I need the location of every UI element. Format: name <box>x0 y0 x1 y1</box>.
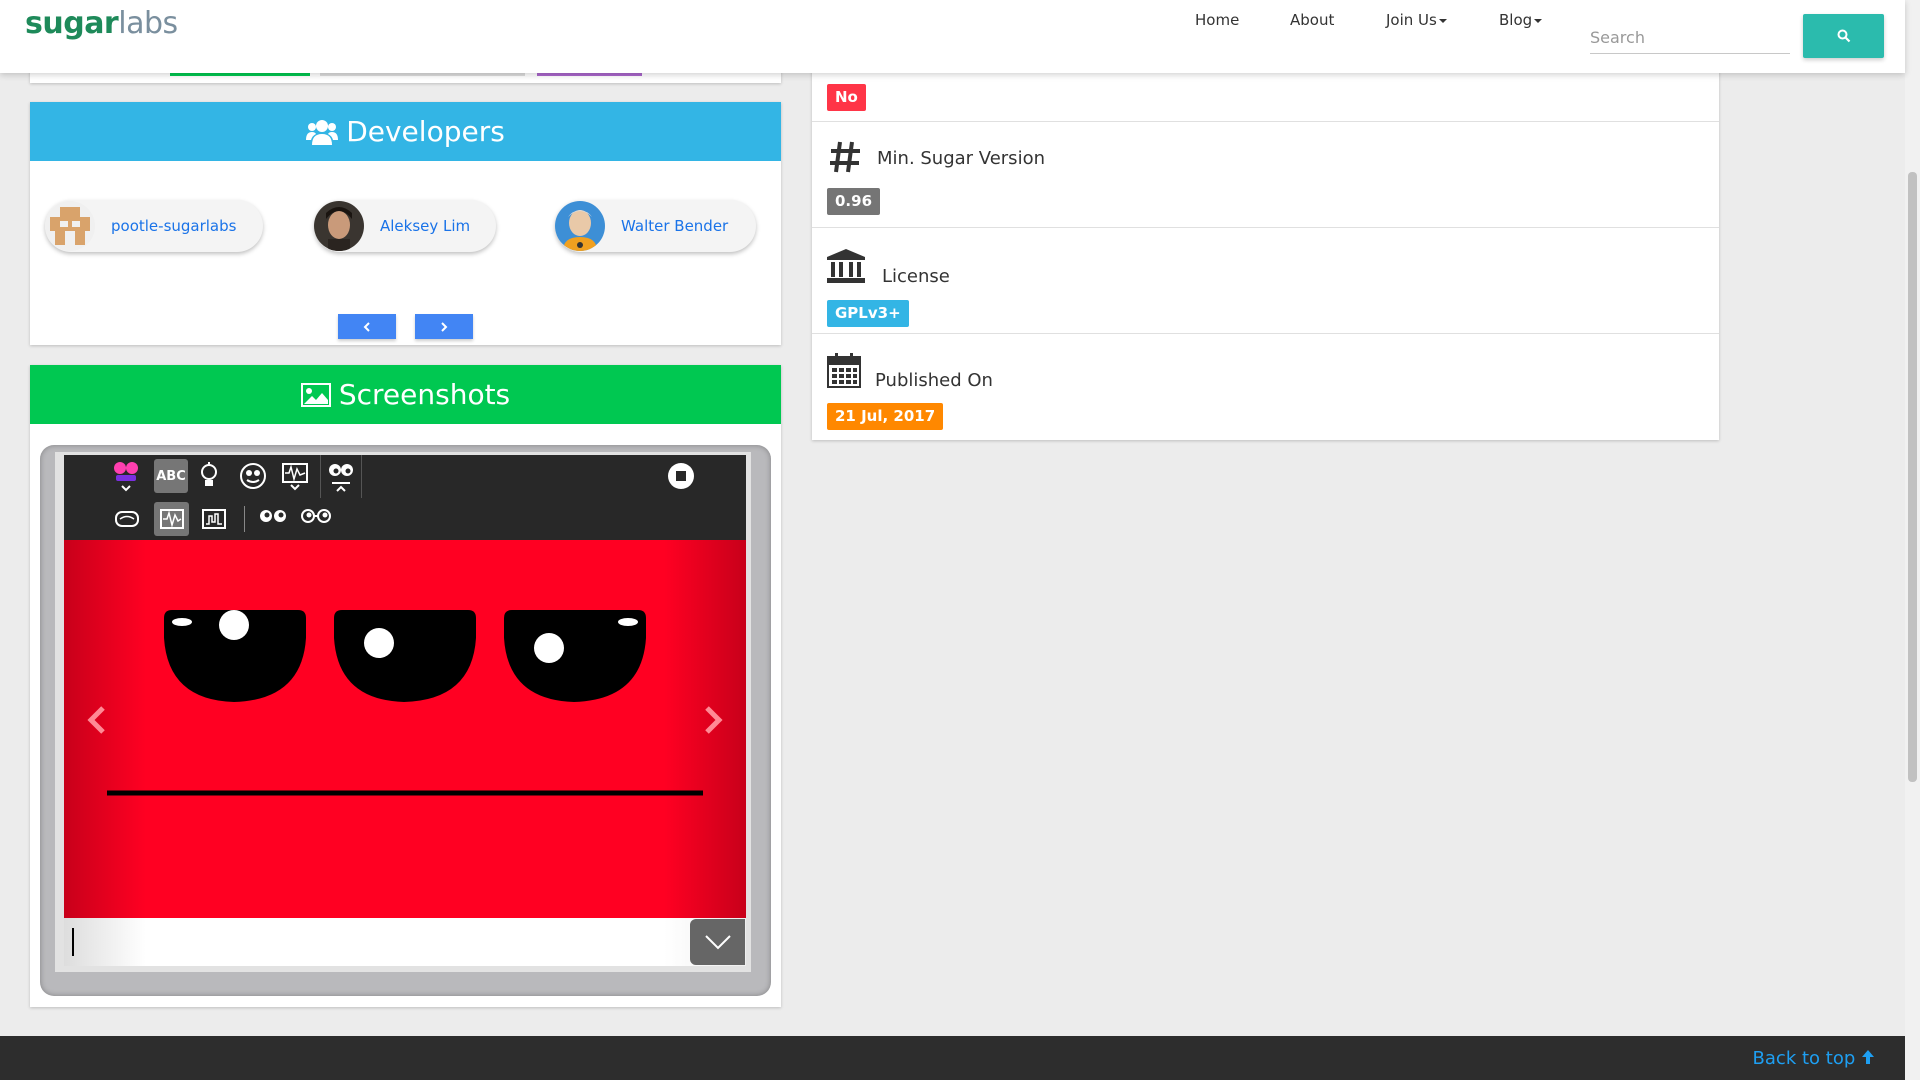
navbar: sugarlabs Home About Join Us Blog <box>0 0 1905 73</box>
developers-next-button[interactable] <box>415 314 473 339</box>
caret-down-icon <box>1438 18 1447 23</box>
avatar <box>314 201 364 251</box>
footer: Back to top <box>0 1036 1905 1080</box>
search-icon <box>1837 29 1850 43</box>
developer-name: pootle-sugarlabs <box>111 217 237 235</box>
calendar-icon <box>827 353 861 388</box>
developer-chip[interactable]: Aleksey Lim <box>314 200 496 252</box>
back-to-top-link[interactable]: Back to top <box>1753 1048 1875 1069</box>
speech-face-icon <box>236 459 270 493</box>
carousel-next-arrow[interactable] <box>702 705 724 739</box>
carousel-prev-arrow[interactable] <box>86 705 108 739</box>
license-badge: GPLv3+ <box>827 300 909 327</box>
stub-tab-green <box>170 73 310 76</box>
text-cursor <box>72 928 74 956</box>
stub-tab-grey <box>320 73 525 76</box>
hashtag-icon <box>830 141 860 173</box>
institution-icon <box>827 249 865 283</box>
license-label: License <box>882 266 950 287</box>
waveform-icon <box>154 502 189 536</box>
developers-title: Developers <box>346 115 505 148</box>
info-row-license: License GPLv3+ <box>812 228 1719 334</box>
status-badge: No <box>827 84 866 111</box>
stub-tab-purple <box>537 73 642 76</box>
published-badge: 21 Jul, 2017 <box>827 403 944 430</box>
developer-chip[interactable]: pootle-sugarlabs <box>45 200 263 252</box>
min-version-label: Min. Sugar Version <box>877 148 1045 169</box>
eye-middle <box>334 610 476 702</box>
toolbar-separator <box>244 506 245 532</box>
chevron-down-icon <box>704 935 731 950</box>
info-row-published: Published On 21 Jul, 2017 <box>812 334 1719 440</box>
screenshots-header: Screenshots <box>30 365 781 424</box>
nav-home-link[interactable]: Home <box>1195 11 1239 29</box>
activity-icon <box>109 459 143 493</box>
logo-labs-text: labs <box>118 6 178 41</box>
face-illustration <box>107 610 703 796</box>
users-icon <box>306 119 339 145</box>
avatar <box>555 201 605 251</box>
glasses-icon <box>299 503 333 529</box>
nav-blog-label: Blog <box>1499 11 1533 29</box>
activity-toolbar: ABC <box>64 455 746 498</box>
sugarlabs-logo[interactable]: sugarlabs <box>25 6 178 41</box>
developers-prev-button[interactable] <box>338 314 396 339</box>
logo-sugar-text: sugar <box>25 6 119 41</box>
page-scrollbar[interactable] <box>1905 0 1920 1080</box>
text-abc-icon: ABC <box>154 459 188 493</box>
search-button[interactable] <box>1803 14 1884 58</box>
published-label: Published On <box>875 370 993 391</box>
screenshots-title: Screenshots <box>338 378 511 411</box>
chevron-right-icon <box>441 321 448 332</box>
eye-left <box>164 610 306 702</box>
back-to-top-label: Back to top <box>1752 1048 1856 1069</box>
min-version-badge: 0.96 <box>827 188 881 215</box>
eyes-icon <box>320 455 362 498</box>
speak-activity-face <box>64 540 746 918</box>
bar-graph-icon <box>197 503 231 535</box>
nav-join-us-label: Join Us <box>1386 11 1437 29</box>
chevron-left-icon <box>87 706 105 734</box>
activity-info-card: No Min. Sugar Version 0.96 License GPLv3… <box>812 62 1719 440</box>
speak-text-entry <box>64 918 746 966</box>
developer-name: Aleksey Lim <box>380 217 471 235</box>
lightbulb-icon <box>192 459 226 493</box>
nav-join-us-dropdown[interactable]: Join Us <box>1386 11 1447 29</box>
caret-down-icon <box>1534 18 1543 23</box>
mouth-icon <box>110 503 144 535</box>
nav-about-link[interactable]: About <box>1290 11 1334 29</box>
chevron-right-icon <box>705 706 723 734</box>
image-icon <box>300 382 331 407</box>
entry-dropdown-button <box>690 919 745 965</box>
avatar <box>45 201 95 251</box>
arrow-up-icon <box>1862 1050 1874 1064</box>
secondary-toolbar <box>64 498 746 540</box>
stop-icon <box>664 459 698 493</box>
eyes-round-icon <box>256 503 290 529</box>
info-row-min-version: Min. Sugar Version 0.96 <box>812 122 1719 228</box>
developers-header: Developers <box>30 102 781 161</box>
search-input[interactable] <box>1590 22 1790 54</box>
developer-chip[interactable]: Walter Bender <box>555 200 756 252</box>
waveform-icon <box>278 459 312 493</box>
scrollbar-thumb[interactable] <box>1908 172 1917 782</box>
chevron-left-icon <box>363 321 370 332</box>
nav-blog-dropdown[interactable]: Blog <box>1499 11 1543 29</box>
eye-right <box>504 610 646 702</box>
developer-name: Walter Bender <box>621 217 729 235</box>
